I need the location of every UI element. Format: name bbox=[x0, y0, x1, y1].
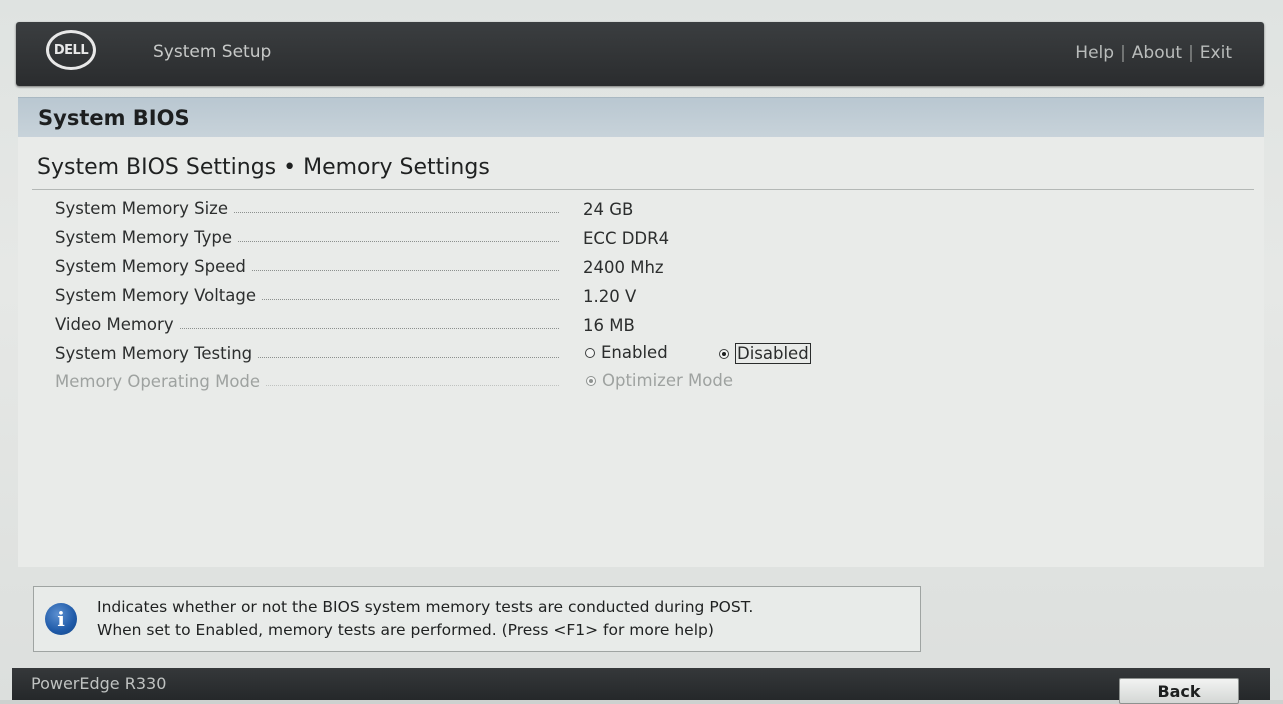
setting-value: 2400 Mhz bbox=[583, 258, 664, 277]
radio-checked-icon bbox=[719, 348, 729, 359]
help-line: Indicates whether or not the BIOS system… bbox=[97, 598, 754, 616]
setting-label: Memory Operating Mode bbox=[55, 372, 261, 391]
setting-label: Video Memory bbox=[55, 315, 174, 334]
app-title: System Setup bbox=[153, 42, 272, 62]
radio-unchecked-icon bbox=[585, 347, 595, 358]
radio-label: Disabled bbox=[735, 343, 811, 364]
leader-dots bbox=[266, 384, 559, 386]
leader-dots bbox=[251, 269, 559, 271]
setting-label: System Memory Speed bbox=[55, 257, 246, 276]
setting-row-memory-voltage: System Memory Voltage 1.20 V bbox=[55, 284, 1235, 310]
radio-checked-icon bbox=[586, 375, 596, 386]
help-box: i Indicates whether or not the BIOS syst… bbox=[33, 586, 921, 652]
radio-label: Enabled bbox=[601, 343, 668, 362]
radio-enabled[interactable]: Enabled bbox=[585, 343, 668, 362]
title-divider bbox=[32, 189, 1254, 190]
back-button[interactable]: Back bbox=[1119, 678, 1239, 704]
leader-dots bbox=[234, 211, 559, 213]
footer-bar: PowerEdge R330 Back bbox=[12, 668, 1270, 704]
setting-value: 24 GB bbox=[583, 200, 634, 219]
help-line: When set to Enabled, memory tests are pe… bbox=[97, 621, 714, 639]
setting-row-memory-testing: System Memory Testing Enabled Disabled bbox=[55, 342, 1235, 368]
leader-dots bbox=[258, 356, 559, 358]
leader-dots bbox=[179, 327, 559, 329]
link-separator: | bbox=[1188, 43, 1194, 63]
exit-link[interactable]: Exit bbox=[1200, 43, 1232, 63]
header-bar: DELL System Setup Help | About | Exit bbox=[16, 22, 1264, 86]
help-link[interactable]: Help bbox=[1075, 43, 1114, 63]
leader-dots bbox=[238, 240, 559, 242]
setting-row-operating-mode: Memory Operating Mode Optimizer Mode bbox=[55, 370, 1235, 396]
dell-logo: DELL bbox=[46, 30, 96, 70]
link-separator: | bbox=[1120, 43, 1126, 63]
about-link[interactable]: About bbox=[1132, 43, 1182, 63]
setting-label: System Memory Type bbox=[55, 228, 233, 247]
settings-panel: System BIOS Settings • Memory Settings S… bbox=[18, 137, 1264, 567]
info-icon: i bbox=[45, 603, 77, 635]
setting-row-video-memory: Video Memory 16 MB bbox=[55, 313, 1235, 339]
radio-disabled[interactable]: Disabled bbox=[719, 343, 811, 364]
help-text: Indicates whether or not the BIOS system… bbox=[97, 596, 753, 642]
leader-dots bbox=[262, 298, 559, 300]
setting-value: 1.20 V bbox=[583, 287, 637, 306]
page-title: System BIOS Settings • Memory Settings bbox=[37, 155, 490, 180]
setting-row-memory-type: System Memory Type ECC DDR4 bbox=[55, 226, 1235, 252]
setting-label: System Memory Voltage bbox=[55, 286, 257, 305]
setting-value: 16 MB bbox=[583, 316, 635, 335]
model-name: PowerEdge R330 bbox=[31, 674, 167, 693]
setting-label: System Memory Testing bbox=[55, 344, 253, 363]
setting-row-memory-size: System Memory Size 24 GB bbox=[55, 197, 1235, 223]
radio-optimizer-mode: Optimizer Mode bbox=[586, 371, 733, 390]
setting-label: System Memory Size bbox=[55, 199, 228, 218]
setting-value: ECC DDR4 bbox=[583, 229, 670, 248]
section-title: System BIOS bbox=[38, 106, 190, 130]
bios-screen: DELL System Setup Help | About | Exit System… bbox=[0, 0, 1283, 704]
section-band: System BIOS bbox=[18, 97, 1264, 138]
header-links: Help | About | Exit bbox=[1075, 43, 1232, 63]
setting-row-memory-speed: System Memory Speed 2400 Mhz bbox=[55, 255, 1235, 281]
radio-label: Optimizer Mode bbox=[602, 371, 733, 390]
